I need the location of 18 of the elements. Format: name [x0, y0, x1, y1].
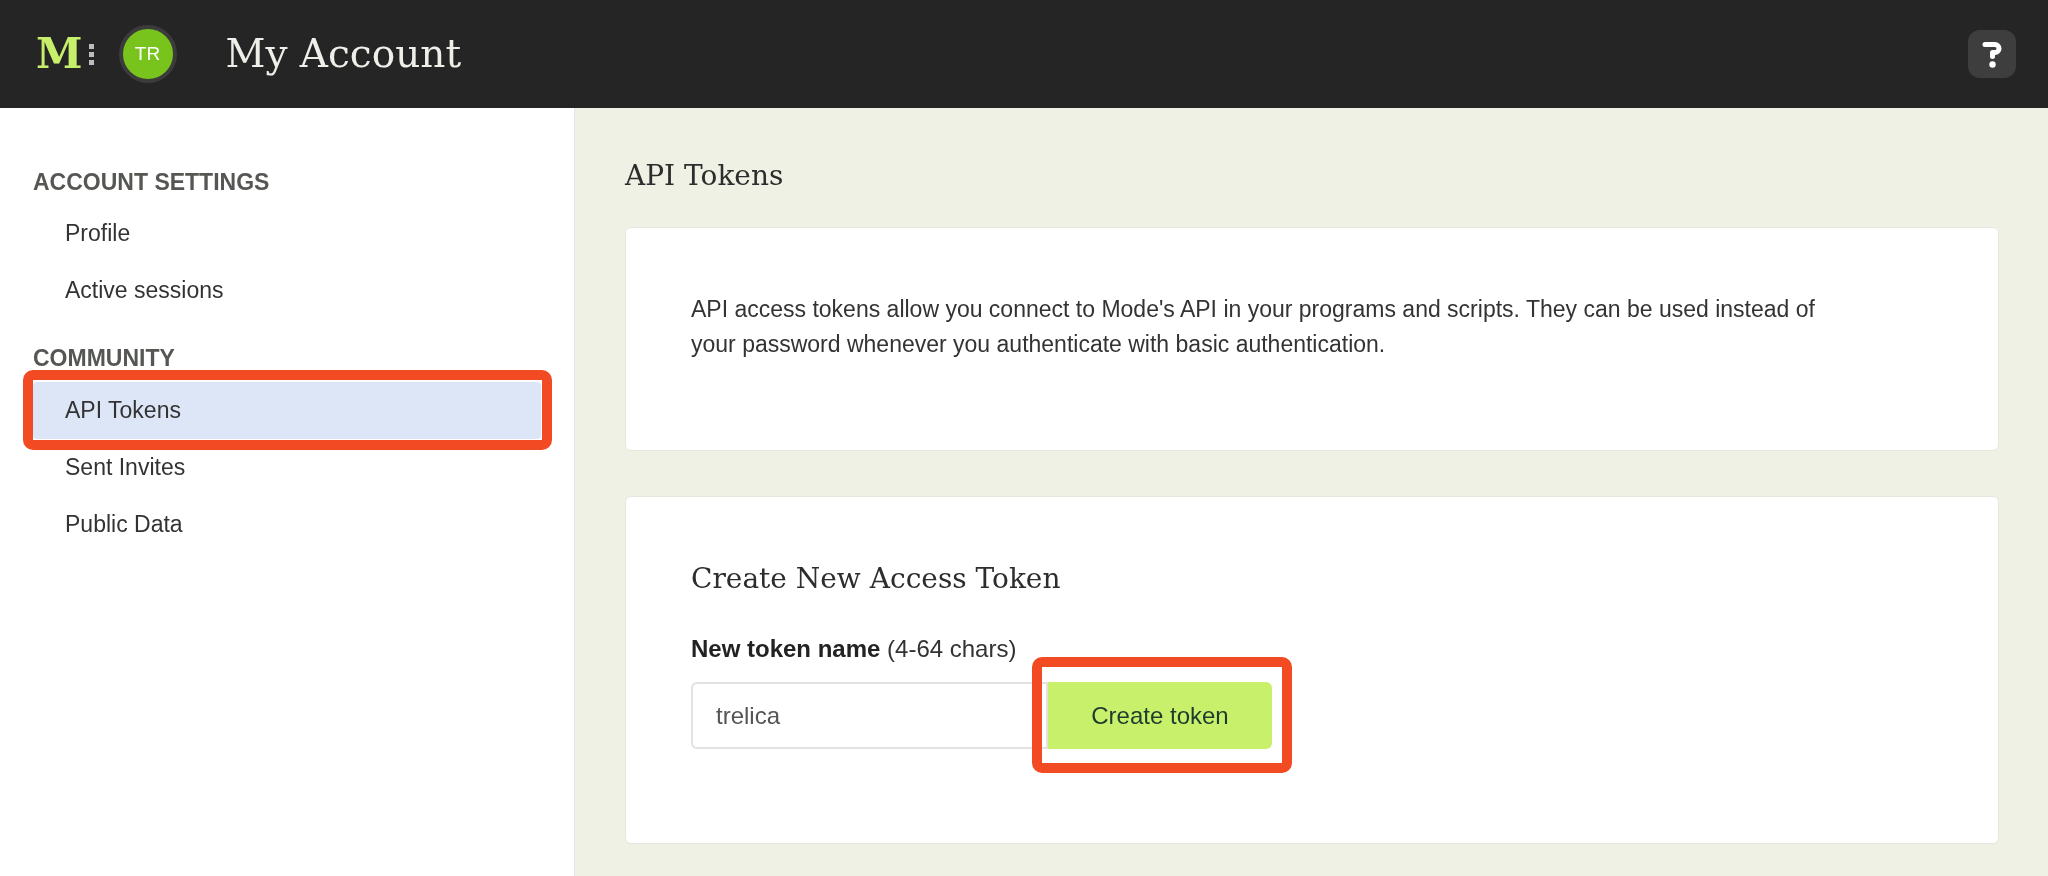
section-title: API Tokens — [625, 158, 785, 194]
section-heading: ACCOUNT SETTINGS — [33, 168, 271, 196]
form-title: Create New Access Token — [691, 561, 1062, 597]
sidebar-item[interactable]: API Tokens — [33, 382, 541, 439]
help-icon — [1982, 40, 2002, 68]
sidebar-item[interactable]: Profile — [33, 205, 541, 262]
logo-text[interactable]: M — [36, 36, 83, 72]
dots-icon — [88, 43, 94, 65]
sidebar-item[interactable]: Public Data — [33, 496, 541, 553]
sidebar-item[interactable]: Sent Invites — [33, 439, 541, 496]
field-label: New token name (4-64 chars) — [691, 634, 1018, 664]
help-button[interactable] — [1968, 30, 2016, 78]
sidebar-item[interactable]: Active sessions — [33, 262, 541, 319]
create-token-button[interactable]: Create token — [1048, 682, 1272, 749]
token-name-input[interactable]: trelica — [691, 682, 1048, 749]
page-title: My Account — [225, 30, 462, 78]
section-heading: COMMUNITY — [33, 344, 176, 372]
description-text: API access tokens allow you connect to Mode's API in your programs and scripts. They can be used instead of your password whenever you authenticate with basic authentication. — [691, 295, 1816, 359]
